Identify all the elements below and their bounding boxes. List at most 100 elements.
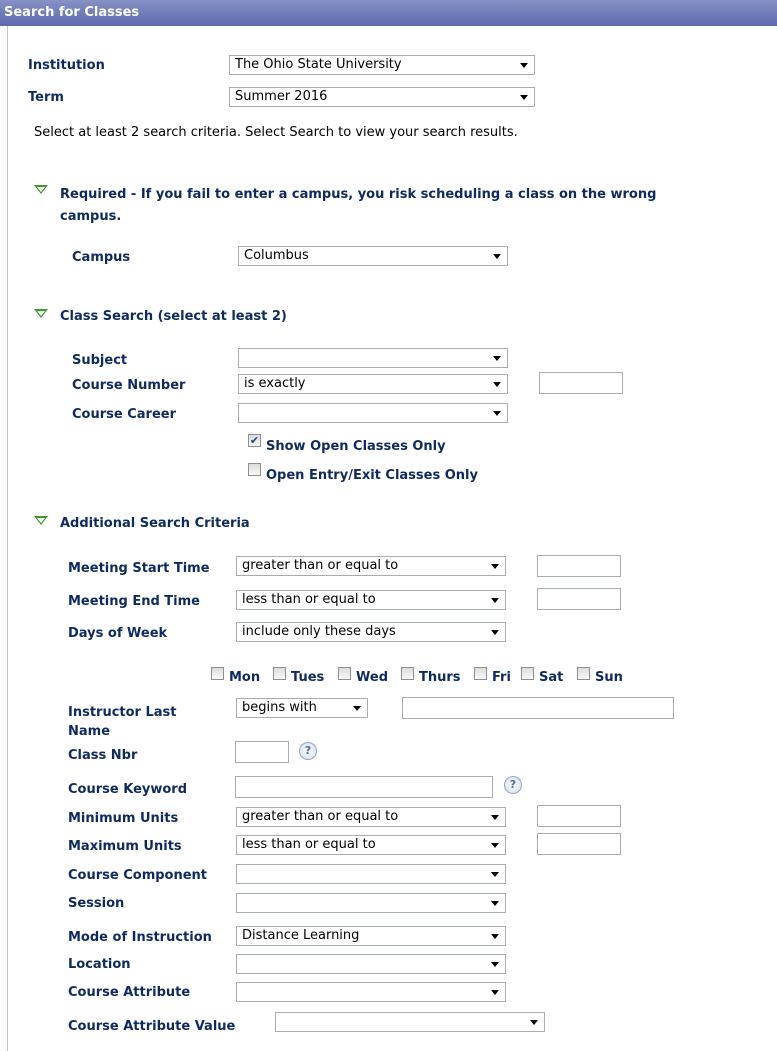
day-sat-label[interactable]: Sat (539, 670, 563, 685)
required-section-title[interactable]: Required - If you fail to enter a campus… (60, 187, 656, 202)
days-of-week-operator-select[interactable]: include only these days (236, 622, 506, 642)
instructor-operator-value: begins with (242, 700, 317, 715)
show-open-classes-checkbox[interactable]: ✔ (248, 434, 261, 447)
meeting-start-time-operator-select[interactable]: greater than or equal to (236, 556, 506, 576)
additional-criteria-section-title[interactable]: Additional Search Criteria (60, 516, 250, 531)
course-attribute-value-select[interactable] (275, 1012, 545, 1032)
chevron-down-icon (491, 962, 499, 967)
course-attribute-value-label: Course Attribute Value (68, 1019, 236, 1034)
course-career-label: Course Career (72, 407, 176, 422)
instructor-operator-select[interactable]: begins with (236, 698, 368, 718)
subject-select[interactable] (238, 348, 508, 368)
instructor-last-name-label: Instructor Last (68, 705, 177, 720)
collapse-triangle-icon[interactable] (34, 185, 48, 194)
institution-select[interactable]: The Ohio State University (229, 55, 535, 75)
chevron-down-icon (491, 630, 499, 635)
day-sun-checkbox[interactable] (577, 667, 590, 680)
chevron-down-icon (491, 598, 499, 603)
maximum-units-label: Maximum Units (68, 839, 182, 854)
show-open-classes-label[interactable]: Show Open Classes Only (266, 439, 446, 454)
checkmark-icon: ✔ (249, 434, 260, 447)
subject-label: Subject (72, 353, 128, 368)
course-number-input[interactable] (539, 372, 623, 394)
chevron-down-icon (491, 901, 499, 906)
campus-label: Campus (72, 250, 131, 265)
mode-of-instruction-label: Mode of Instruction (68, 930, 212, 945)
meeting-end-time-input[interactable] (537, 588, 621, 610)
minimum-units-operator-select[interactable]: greater than or equal to (236, 807, 506, 827)
page-header: Search for Classes (0, 0, 777, 26)
day-sun-label[interactable]: Sun (595, 670, 623, 685)
session-label: Session (68, 896, 125, 911)
term-select[interactable]: Summer 2016 (229, 87, 535, 107)
campus-value: Columbus (244, 248, 309, 263)
chevron-down-icon (491, 934, 499, 939)
meeting-end-time-operator-value: less than or equal to (242, 592, 376, 607)
minimum-units-label: Minimum Units (68, 811, 179, 826)
day-thurs-checkbox[interactable] (401, 667, 414, 680)
day-wed-checkbox[interactable] (338, 667, 351, 680)
day-thurs-label[interactable]: Thurs (419, 670, 461, 685)
term-label: Term (28, 90, 64, 105)
mode-of-instruction-select[interactable]: Distance Learning (236, 926, 506, 946)
chevron-down-icon (520, 63, 528, 68)
chevron-down-icon (491, 990, 499, 995)
campus-select[interactable]: Columbus (238, 246, 508, 266)
instructor-last-name-label-cont: Name (68, 724, 111, 739)
maximum-units-input[interactable] (537, 833, 621, 855)
chevron-down-icon (493, 254, 501, 259)
course-career-select[interactable] (238, 403, 508, 423)
maximum-units-operator-value: less than or equal to (242, 837, 376, 852)
help-icon[interactable]: ? (299, 742, 317, 760)
chevron-down-icon (530, 1020, 538, 1025)
chevron-down-icon (491, 815, 499, 820)
day-fri-label[interactable]: Fri (492, 670, 511, 685)
chevron-down-icon (491, 843, 499, 848)
class-search-section-title[interactable]: Class Search (select at least 2) (60, 309, 287, 324)
meeting-start-time-operator-value: greater than or equal to (242, 558, 399, 573)
instructions-text: Select at least 2 search criteria. Selec… (34, 125, 518, 140)
chevron-down-icon (353, 706, 361, 711)
location-label: Location (68, 957, 131, 972)
course-number-label: Course Number (72, 378, 186, 393)
minimum-units-input[interactable] (537, 805, 621, 827)
maximum-units-operator-select[interactable]: less than or equal to (236, 835, 506, 855)
day-mon-checkbox[interactable] (211, 667, 224, 680)
term-value: Summer 2016 (235, 89, 328, 104)
course-component-label: Course Component (68, 868, 208, 883)
class-nbr-label-text: Class Nbr (68, 748, 138, 763)
required-section-title-cont: campus. (60, 209, 122, 224)
session-select[interactable] (236, 893, 506, 913)
collapse-triangle-icon[interactable] (34, 309, 48, 318)
chevron-down-icon (491, 872, 499, 877)
meeting-end-time-operator-select[interactable]: less than or equal to (236, 590, 506, 610)
day-mon-label[interactable]: Mon (229, 670, 260, 685)
course-attribute-label: Course Attribute (68, 985, 191, 1000)
day-wed-label[interactable]: Wed (356, 670, 388, 685)
page-title: Search for Classes (4, 5, 140, 20)
location-select[interactable] (236, 954, 506, 974)
day-tues-checkbox[interactable] (273, 667, 286, 680)
day-tues-label[interactable]: Tues (291, 670, 324, 685)
day-fri-checkbox[interactable] (474, 667, 487, 680)
mode-of-instruction-value: Distance Learning (242, 928, 360, 943)
minimum-units-operator-value: greater than or equal to (242, 809, 399, 824)
day-sat-checkbox[interactable] (521, 667, 534, 680)
course-keyword-input[interactable] (235, 776, 493, 798)
meeting-start-time-input[interactable] (537, 555, 621, 577)
course-keyword-label: Course Keyword (68, 782, 188, 797)
chevron-down-icon (493, 382, 501, 387)
chevron-down-icon (491, 564, 499, 569)
open-entry-exit-label[interactable]: Open Entry/Exit Classes Only (266, 468, 478, 483)
open-entry-exit-checkbox[interactable] (248, 463, 261, 476)
course-attribute-select[interactable] (236, 982, 506, 1002)
course-number-operator-select[interactable]: is exactly (238, 374, 508, 394)
institution-value: The Ohio State University (235, 57, 402, 72)
instructor-last-name-input[interactable] (402, 697, 674, 719)
days-of-week-label: Days of Week (68, 626, 168, 641)
meeting-end-time-label: Meeting End Time (68, 594, 200, 609)
collapse-triangle-icon[interactable] (34, 516, 48, 525)
class-nbr-input[interactable] (235, 741, 289, 763)
help-icon[interactable]: ? (504, 776, 522, 794)
course-component-select[interactable] (236, 864, 506, 884)
